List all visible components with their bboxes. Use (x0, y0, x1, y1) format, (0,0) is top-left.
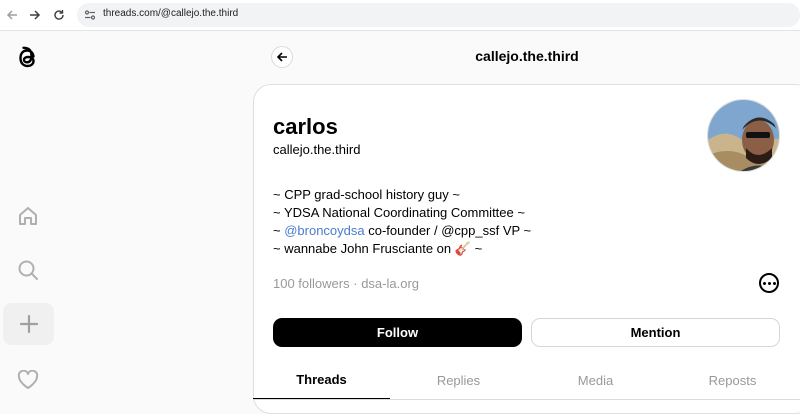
browser-toolbar: threads.com/@callejo.the.third (0, 0, 800, 31)
forward-arrow-icon[interactable] (27, 7, 43, 23)
reload-icon[interactable] (51, 7, 67, 23)
mention-button[interactable]: Mention (531, 318, 780, 347)
more-dot (767, 281, 771, 285)
threads-logo-icon[interactable] (14, 43, 42, 73)
bio-line: ~ CPP grad-school history guy ~ (273, 187, 460, 202)
site-settings-icon[interactable] (83, 8, 97, 27)
followers-count-link[interactable]: 100 followers (273, 276, 350, 291)
url-text: threads.com/@callejo.the.third (103, 8, 239, 19)
website-link[interactable]: dsa-la.org (361, 276, 419, 291)
home-icon[interactable] (16, 204, 40, 228)
more-dot (772, 281, 776, 285)
bio-line: ~ @broncoydsa co-founder / @cpp_ssf VP ~ (273, 222, 531, 240)
divider (253, 399, 800, 400)
separator: · (353, 276, 358, 291)
mention-link[interactable]: @broncoydsa (284, 223, 364, 238)
avatar[interactable] (707, 99, 780, 172)
more-options-button[interactable] (759, 273, 779, 293)
profile-bio: ~ CPP grad-school history guy ~ ~ YDSA N… (273, 186, 531, 258)
bio-line: ~ YDSA National Coordinating Committee ~ (273, 205, 525, 220)
bio-text: ~ (273, 223, 285, 238)
back-arrow-icon[interactable] (4, 7, 20, 23)
bio-line: ~ wannabe John Frusciante on 🎸 ~ (273, 240, 531, 258)
followers-row: 100 followers · dsa-la.org (273, 276, 419, 291)
tab-replies[interactable]: Replies (390, 360, 527, 400)
bio-text: co-founder / @cpp_ssf VP ~ (364, 223, 532, 238)
bio-text: ~ (470, 241, 483, 256)
guitar-emoji: 🎸 (454, 241, 471, 256)
bio-text: ~ wannabe John Frusciante on (273, 241, 455, 256)
tab-media[interactable]: Media (527, 360, 664, 400)
create-button[interactable] (3, 303, 54, 345)
username-handle: callejo.the.third (273, 142, 361, 157)
follow-button[interactable]: Follow (273, 318, 522, 347)
search-icon[interactable] (16, 258, 40, 282)
heart-icon[interactable] (16, 368, 40, 392)
more-dot (762, 281, 766, 285)
plus-icon (19, 315, 38, 333)
profile-tabs: Threads Replies Media Reposts (253, 360, 800, 401)
page-title: callejo.the.third (475, 48, 579, 64)
display-name: carlos (273, 114, 338, 139)
arrow-left-icon (276, 51, 288, 63)
tab-threads[interactable]: Threads (253, 360, 390, 400)
tab-reposts[interactable]: Reposts (664, 360, 800, 400)
back-button[interactable] (271, 46, 293, 68)
address-bar[interactable]: threads.com/@callejo.the.third (77, 3, 800, 27)
